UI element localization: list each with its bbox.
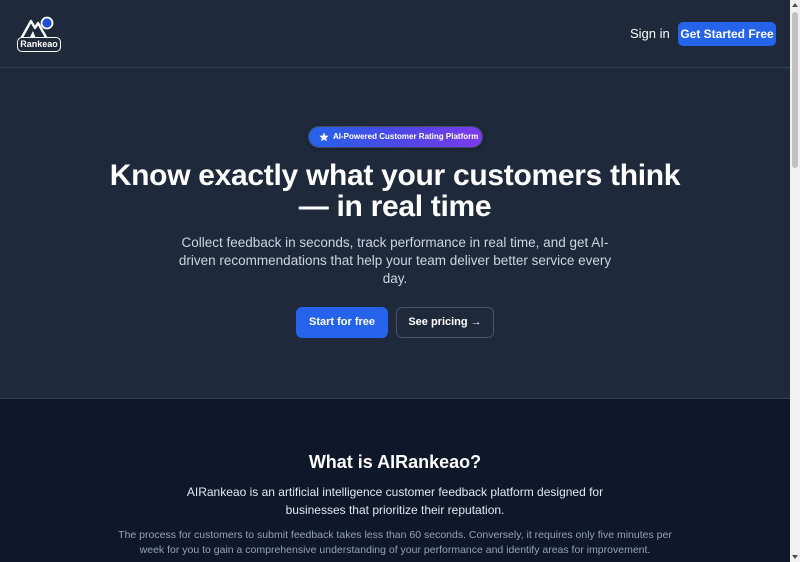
logo-wordmark: Rankeao	[17, 37, 61, 52]
vertical-scrollbar[interactable]	[790, 0, 800, 562]
about-title: What is AIRankeao?	[308, 452, 482, 472]
badge-label: AI-Powered Customer Rating Platform	[333, 132, 479, 141]
hero-section: AI-Powered Customer Rating Platform Know…	[0, 68, 790, 398]
see-pricing-button[interactable]: See pricing →	[396, 307, 494, 338]
star-icon	[319, 132, 329, 142]
hero-title: Know exactly what your customers think —…	[109, 159, 681, 223]
scroll-down-arrow-icon[interactable]	[790, 552, 800, 562]
brand-logo[interactable]: Rankeao	[17, 15, 61, 53]
about-lead: AIRankeao is an artificial intelligence …	[186, 485, 604, 517]
hero-subtitle: Collect feedback in seconds, track perfo…	[178, 235, 612, 286]
sign-in-link[interactable]: Sign in	[622, 22, 678, 46]
about-body: The process for customers to submit feed…	[118, 529, 672, 556]
hero-badge: AI-Powered Customer Rating Platform	[309, 127, 482, 147]
top-nav: Rankeao Sign in Get Started Free	[0, 0, 790, 68]
scrollbar-thumb[interactable]	[792, 12, 798, 168]
about-section: What is AIRankeao? AIRankeao is an artif…	[0, 398, 790, 562]
get-started-button[interactable]: Get Started Free	[678, 22, 776, 46]
scroll-up-arrow-icon[interactable]	[790, 0, 800, 10]
start-free-button[interactable]: Start for free	[296, 307, 388, 338]
